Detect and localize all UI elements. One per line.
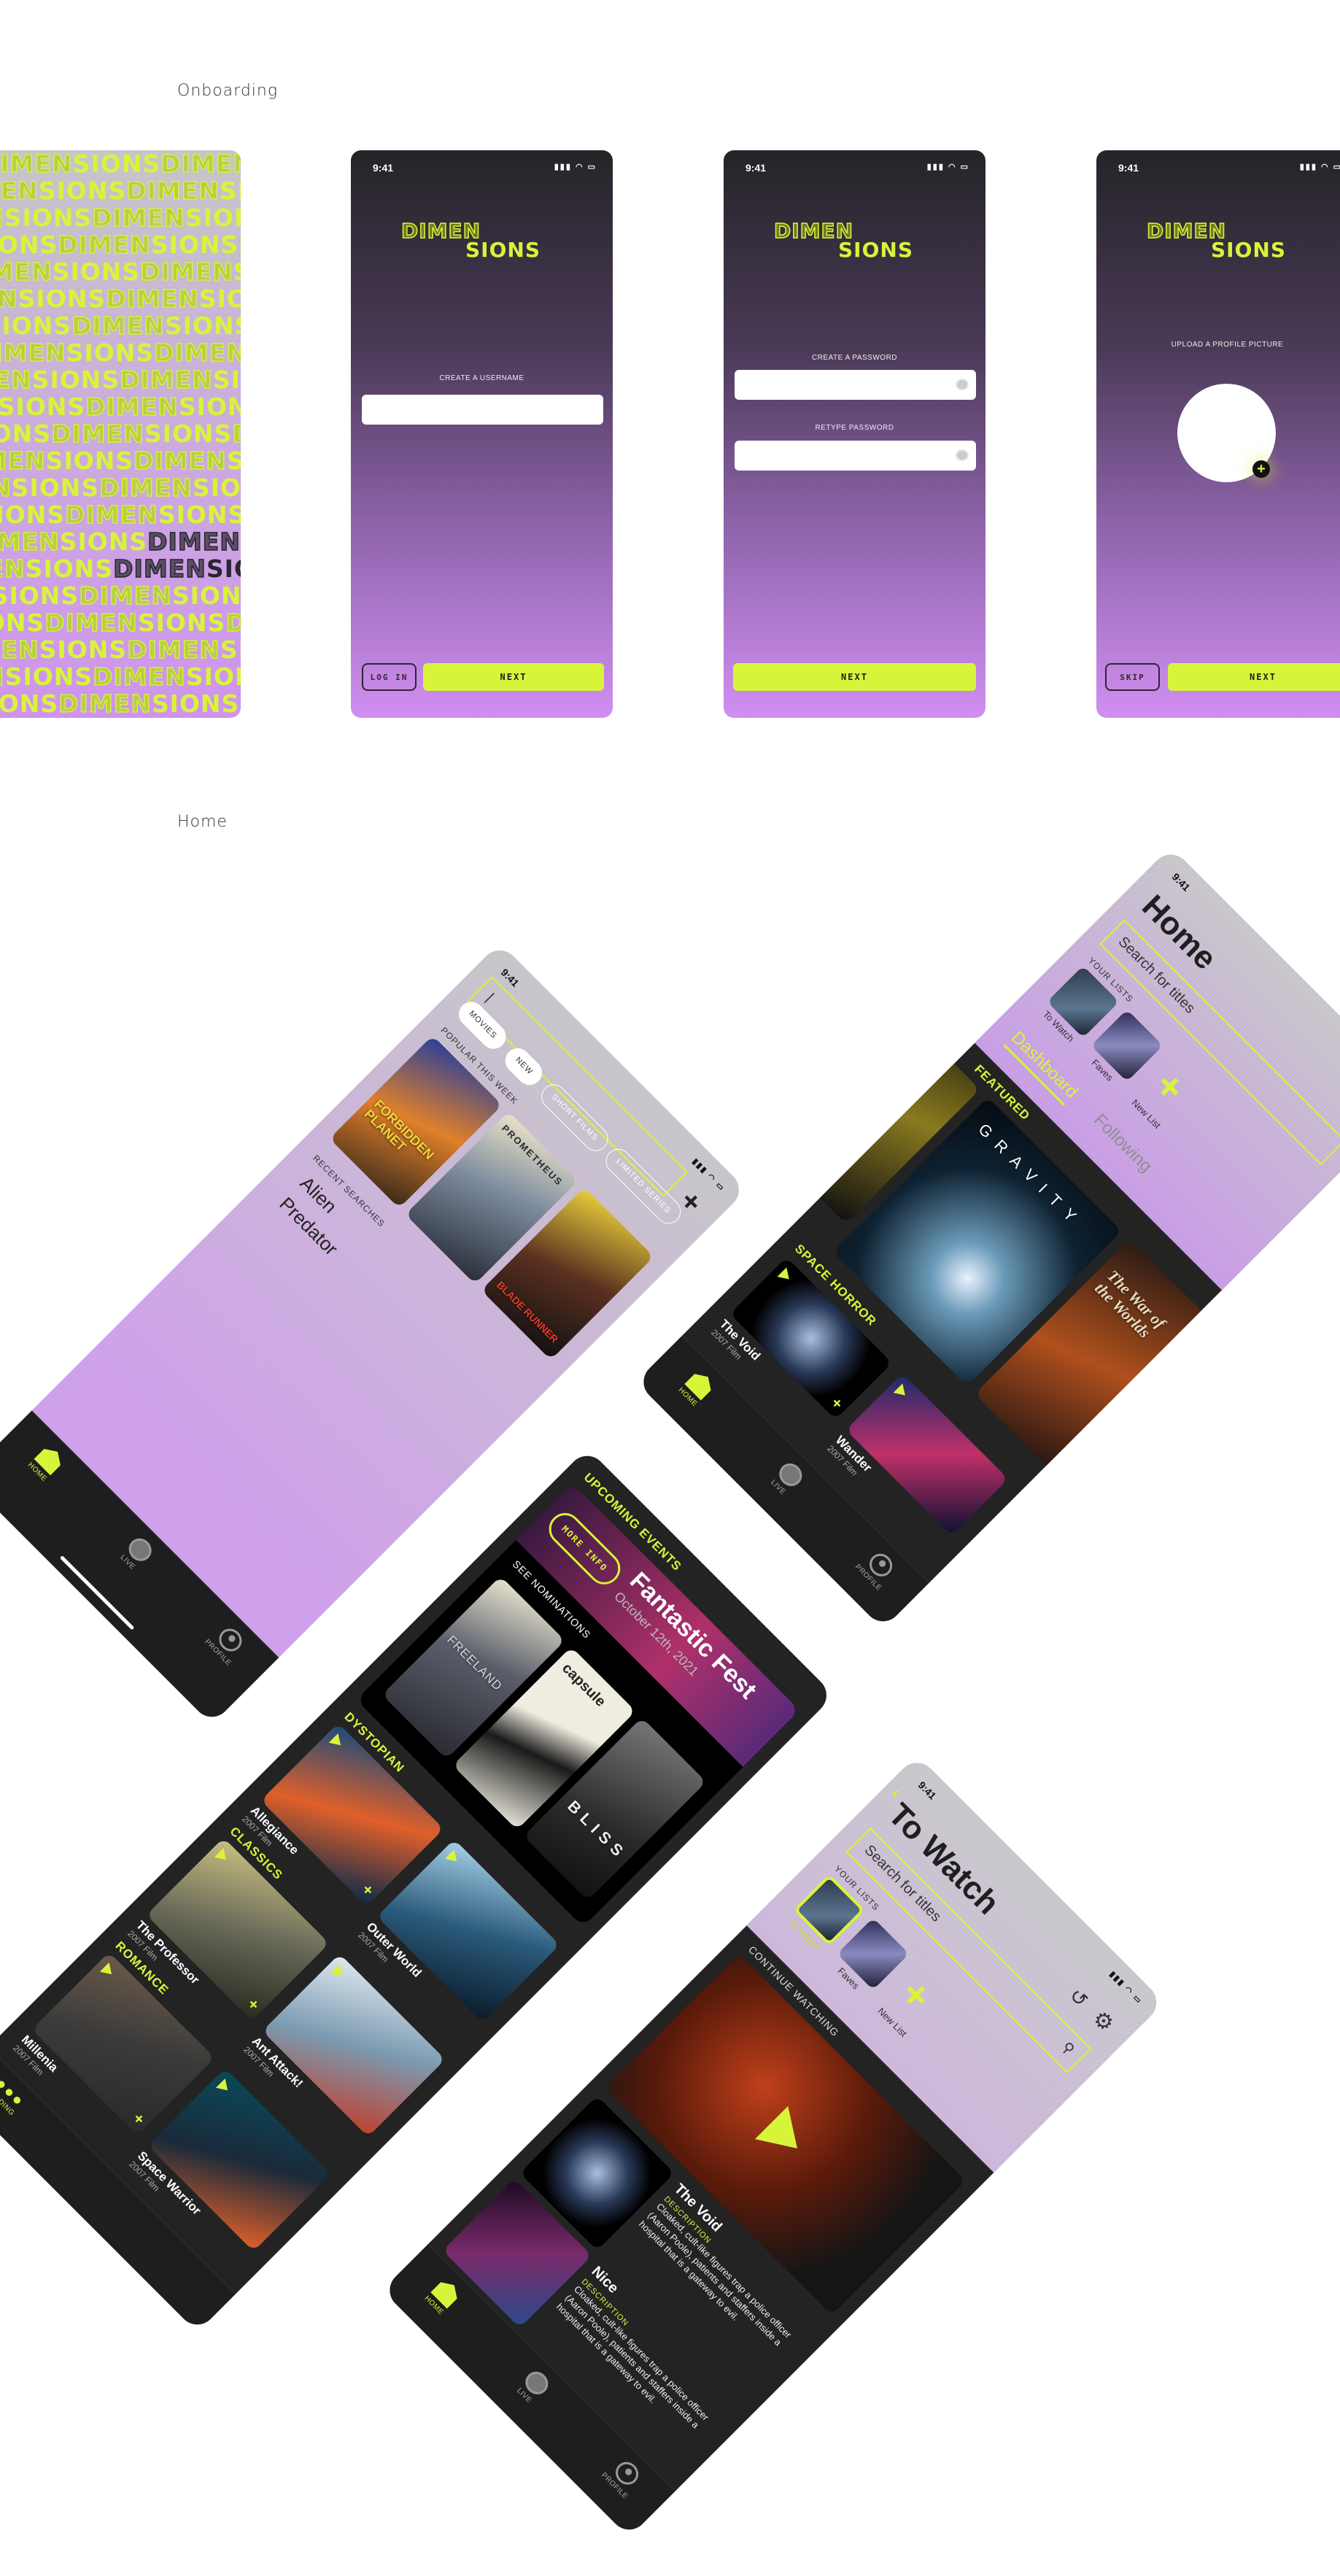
nav-profile[interactable]: PROFILE	[194, 1612, 258, 1676]
poster-title: Prometheus	[500, 1122, 565, 1188]
search-icon: ⚲	[1058, 2039, 1077, 2059]
show-password-eye-icon[interactable]	[956, 449, 969, 461]
show-password-eye-icon[interactable]	[956, 379, 969, 390]
splash-screen: DIMENSIONSDIMENSIONSDIMENSIONSDIMENSIONS…	[0, 150, 241, 718]
nav-home[interactable]: HOME	[411, 2264, 475, 2329]
next-button[interactable]: NEXT	[733, 663, 976, 691]
play-icon[interactable]	[215, 2078, 233, 2095]
play-icon[interactable]	[444, 1849, 462, 1866]
status-bar: 9:41 ▮▮▮ ◠ ▭	[351, 162, 613, 177]
login-button[interactable]: LOG IN	[362, 663, 417, 691]
nav-live[interactable]: LIVE	[500, 2355, 565, 2419]
nav-profile[interactable]: PROFILE	[845, 1536, 909, 1601]
logo-bottom: SIONS	[1211, 238, 1286, 262]
nav-home[interactable]: HOME	[14, 1431, 78, 1496]
skip-button[interactable]: SKIP	[1105, 663, 1160, 691]
play-icon	[893, 1383, 910, 1401]
nav-home[interactable]: HOME	[665, 1356, 729, 1420]
play-icon[interactable]	[99, 1962, 117, 1979]
nav-profile[interactable]: PROFILE	[591, 2445, 655, 2509]
status-time: 9:41	[373, 162, 394, 174]
retype-password-label: RETYPE PASSWORD	[815, 424, 894, 432]
status-time: 9:41	[1118, 162, 1139, 174]
password-input[interactable]	[735, 370, 976, 400]
upload-label: UPLOAD A PROFILE PICTURE	[1171, 341, 1284, 349]
signal-wifi-battery-icon: ▮▮▮ ◠ ▭	[554, 163, 597, 171]
status-time: 9:41	[745, 162, 767, 174]
dimensions-logo: DIMEN SIONS	[1146, 220, 1311, 262]
retype-password-input[interactable]	[735, 441, 976, 471]
add-icon[interactable]: +	[243, 1995, 263, 2014]
dimensions-logo: DIMEN SIONS	[773, 220, 938, 262]
event-panel: Fantastic Fest October 12th, 2021 MORE I…	[356, 1483, 800, 1927]
poster-title: Bliss	[564, 1797, 631, 1864]
home-screen: 9:41 Home Search for titles YOUR LISTS +…	[635, 847, 1340, 1629]
username-input[interactable]	[362, 395, 603, 425]
section-title-home: Home	[177, 813, 228, 831]
signal-wifi-battery-icon: ▮▮▮ ◠ ▭	[1299, 163, 1340, 171]
poster-title: Freeland	[444, 1633, 506, 1694]
nav-live[interactable]: LIVE	[104, 1521, 169, 1585]
next-button[interactable]: NEXT	[423, 663, 604, 691]
logo-bottom: SIONS	[465, 238, 541, 262]
poster-title: Blade Runner	[494, 1279, 561, 1345]
add-photo-plus-icon[interactable]: +	[1252, 460, 1270, 478]
username-label: CREATE A USERNAME	[439, 374, 524, 382]
onboarding-username-screen: 9:41 ▮▮▮ ◠ ▭ DIMEN SIONS CREATE A USERNAME…	[351, 150, 613, 718]
signal-wifi-battery-icon: ▮▮▮ ◠ ▭	[926, 163, 969, 171]
add-icon[interactable]: +	[128, 2109, 149, 2129]
logo-pattern: DIMENSIONSDIMENSIONSDIMENSIONSDIMENSIONS…	[0, 150, 241, 718]
onboarding-password-screen: 9:41 ▮▮▮ ◠ ▭ DIMEN SIONS CREATE A PASSWORD…	[724, 150, 985, 718]
dimensions-logo: DIMEN SIONS	[400, 220, 565, 262]
poster-title: Capsule	[559, 1660, 609, 1710]
onboarding-profile-screen: 9:41 ▮▮▮ ◠ ▭ DIMEN SIONS UPLOAD A PROFILE …	[1096, 150, 1340, 718]
nav-live[interactable]: LIVE	[754, 1447, 818, 1511]
bottom-nav: HOME LIVE PROFILE	[0, 1410, 279, 1725]
home-indicator	[59, 1555, 135, 1631]
next-button[interactable]: NEXT	[1168, 663, 1340, 691]
poster-title: The War of the Worlds	[1091, 1266, 1169, 1342]
play-icon[interactable]	[214, 1848, 231, 1865]
add-icon: +	[827, 1393, 847, 1413]
loading-indicator: ●●● LOADING	[0, 2065, 37, 2126]
add-icon[interactable]: +	[357, 1880, 378, 1900]
status-bar: 9:41 ▮▮▮ ◠ ▭	[724, 162, 985, 177]
logo-bottom: SIONS	[838, 238, 913, 262]
status-bar: 9:41 ▮▮▮ ◠ ▭	[1096, 162, 1340, 177]
play-icon[interactable]	[330, 1964, 347, 1981]
play-icon[interactable]	[328, 1733, 346, 1750]
poster-title: Forbidden Planet	[361, 1096, 437, 1163]
password-label: CREATE A PASSWORD	[811, 354, 898, 362]
section-title-onboarding: Onboarding	[177, 82, 279, 100]
play-icon[interactable]	[754, 2105, 814, 2165]
play-icon	[777, 1267, 794, 1284]
